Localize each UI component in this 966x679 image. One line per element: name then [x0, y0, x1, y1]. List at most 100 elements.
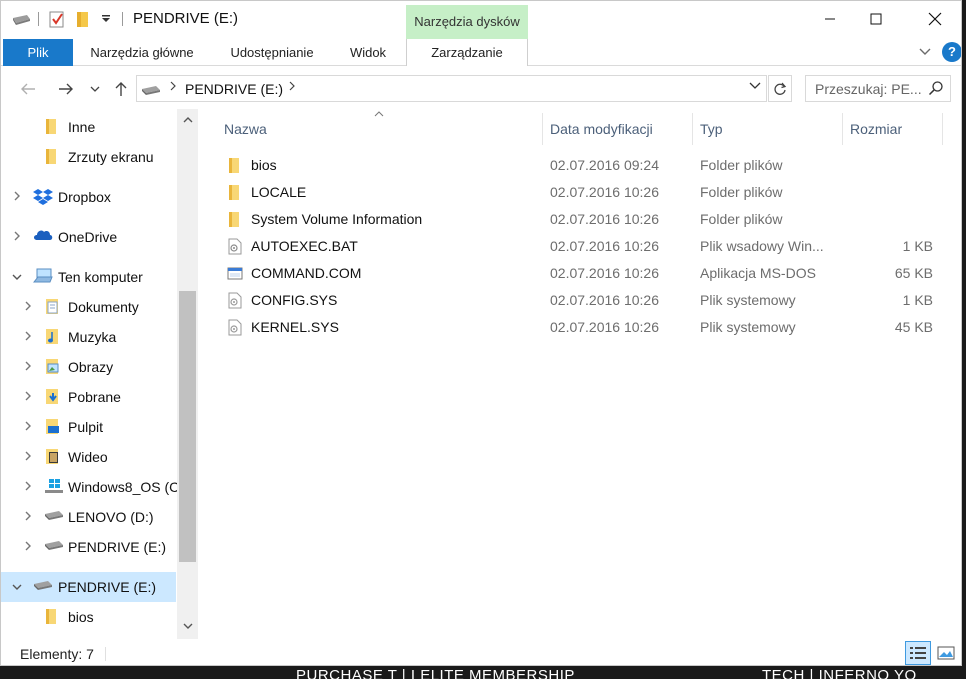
tree-item[interactable]: Pobrane	[1, 382, 176, 412]
tab-file[interactable]: Plik	[3, 39, 73, 66]
tree-item[interactable]: Windows8_OS (C	[1, 472, 180, 502]
properties-icon[interactable]	[49, 7, 69, 31]
scroll-up-icon[interactable]	[177, 111, 198, 131]
expand-chevron-icon[interactable]	[21, 480, 35, 494]
address-history-dropdown-icon[interactable]	[749, 78, 761, 93]
expand-chevron-icon[interactable]	[21, 450, 35, 464]
collapse-chevron-icon[interactable]	[10, 580, 24, 594]
tree-item[interactable]: bios	[1, 602, 176, 632]
column-header-name[interactable]: Nazwa	[224, 113, 539, 145]
tab-view[interactable]: Widok	[337, 39, 399, 66]
search-icon[interactable]	[928, 80, 944, 99]
tab-share[interactable]: Udostępnianie	[219, 39, 325, 66]
file-row[interactable]: bios 02.07.2016 09:24 Folder plików	[223, 152, 943, 179]
help-icon[interactable]: ?	[942, 42, 961, 62]
file-type: Folder plików	[700, 211, 783, 227]
close-button[interactable]	[912, 1, 958, 37]
search-input[interactable]: Przeszukaj: PE...	[805, 75, 951, 102]
explorer-window: PENDRIVE (E:) Narzędzia dysków Plik Narz…	[0, 0, 962, 666]
breadcrumb-current[interactable]: PENDRIVE (E:)	[185, 81, 283, 97]
tree-item[interactable]: OneDrive	[1, 222, 176, 252]
tree-item[interactable]: PENDRIVE (E:)	[1, 572, 176, 602]
breadcrumb-separator-icon[interactable]	[169, 79, 177, 96]
column-header-size[interactable]: Rozmiar	[850, 113, 940, 145]
tree-item[interactable]: Obrazy	[1, 352, 176, 382]
minimize-button[interactable]	[807, 1, 853, 37]
column-divider[interactable]	[842, 113, 843, 145]
tree-item-label: Windows8_OS (C	[68, 479, 180, 495]
expand-chevron-icon[interactable]	[21, 510, 35, 524]
tree-item[interactable]: Wideo	[1, 442, 176, 472]
tab-manage[interactable]: Zarządzanie	[407, 39, 527, 66]
tree-item[interactable]: Dokumenty	[1, 292, 176, 322]
up-button[interactable]	[109, 73, 133, 105]
scroll-thumb[interactable]	[179, 291, 196, 562]
file-size: 65 KB	[894, 265, 933, 281]
tree-item-label: PENDRIVE (E:)	[58, 579, 157, 595]
breadcrumb-chevron-icon[interactable]	[288, 79, 296, 96]
large-icons-view-icon[interactable]	[933, 641, 959, 665]
window-title: PENDRIVE (E:)	[133, 10, 239, 27]
expand-chevron-icon[interactable]	[21, 360, 35, 374]
details-view-icon[interactable]	[905, 641, 931, 665]
file-name: KERNEL.SYS	[251, 319, 339, 335]
expand-chevron-icon[interactable]	[10, 230, 24, 244]
file-row[interactable]: COMMAND.COM 02.07.2016 10:26 Aplikacja MS-…	[223, 260, 943, 287]
tree-item[interactable]: Muzyka	[1, 322, 176, 352]
expand-chevron-icon[interactable]	[21, 300, 35, 314]
application-icon	[227, 265, 243, 282]
navigation-pane: Inne Zrzuty ekranu Dropbox OneDrive Ten komp…	[1, 109, 198, 639]
expand-chevron-icon[interactable]	[21, 330, 35, 344]
file-name: System Volume Information	[251, 211, 423, 227]
column-header-type[interactable]: Typ	[700, 113, 840, 145]
tab-home[interactable]: Narzędzia główne	[81, 39, 203, 66]
tree-item[interactable]: Pulpit	[1, 412, 176, 442]
forward-button[interactable]	[53, 73, 79, 105]
file-row[interactable]: LOCALE 02.07.2016 10:26 Folder plików	[223, 179, 943, 206]
context-tab-group: Narzędzia dysków	[406, 5, 528, 39]
tree-item[interactable]: Zrzuty ekranu	[1, 142, 176, 172]
folder-icon	[227, 157, 243, 174]
drive-icon[interactable]	[11, 7, 33, 31]
new-folder-icon[interactable]	[75, 7, 95, 31]
tree-item[interactable]: Dropbox	[1, 182, 176, 212]
column-divider[interactable]	[542, 113, 543, 145]
file-name: AUTOEXEC.BAT	[251, 238, 358, 254]
address-bar[interactable]: PENDRIVE (E:)	[136, 75, 767, 102]
file-row[interactable]: AUTOEXEC.BAT 02.07.2016 10:26 Plik wsadowy…	[223, 233, 943, 260]
collapse-chevron-icon[interactable]	[10, 270, 24, 284]
file-type: Aplikacja MS-DOS	[700, 265, 816, 281]
customize-toolbar-icon[interactable]	[101, 7, 113, 31]
tree-item[interactable]: Ten komputer	[1, 262, 176, 292]
file-row[interactable]: CONFIG.SYS 02.07.2016 10:26 Plik systemowy…	[223, 287, 943, 314]
expand-chevron-icon[interactable]	[21, 540, 35, 554]
overlay-left-text: PURCHASE T | I ELITE MEMBERSHIP	[296, 667, 575, 679]
tree-item-label: Zrzuty ekranu	[68, 149, 154, 165]
tree-item[interactable]: PENDRIVE (E:)	[1, 532, 176, 562]
column-divider[interactable]	[942, 113, 943, 145]
back-button[interactable]	[15, 73, 41, 105]
maximize-button[interactable]	[853, 1, 899, 37]
file-row[interactable]: System Volume Information 02.07.2016 10:2…	[223, 206, 943, 233]
file-list: Nazwa Data modyfikacji Typ Rozmiar bios 0…	[198, 109, 961, 639]
column-header-date[interactable]: Data modyfikacji	[550, 113, 690, 145]
file-row[interactable]: KERNEL.SYS 02.07.2016 10:26 Plik systemowy…	[223, 314, 943, 341]
drive-icon	[44, 508, 64, 526]
expand-ribbon-icon[interactable]	[918, 44, 932, 61]
overlay-right-text: TECH | INFERNO YO	[762, 667, 917, 679]
refresh-button[interactable]	[768, 75, 792, 102]
tree-item-label: Pulpit	[68, 419, 104, 435]
recent-locations-button[interactable]	[86, 73, 104, 105]
expand-chevron-icon[interactable]	[21, 420, 35, 434]
expand-chevron-icon[interactable]	[10, 190, 24, 204]
folder-icon	[227, 184, 243, 201]
expand-chevron-icon[interactable]	[21, 390, 35, 404]
tree-item[interactable]: Inne	[1, 112, 176, 142]
nav-scrollbar[interactable]	[177, 109, 198, 639]
folder-icon	[44, 118, 64, 136]
scroll-down-icon[interactable]	[177, 617, 198, 637]
tree-item[interactable]: LENOVO (D:)	[1, 502, 176, 532]
file-type: Plik wsadowy Win...	[700, 238, 824, 254]
file-type: Plik systemowy	[700, 319, 796, 335]
column-divider[interactable]	[692, 113, 693, 145]
